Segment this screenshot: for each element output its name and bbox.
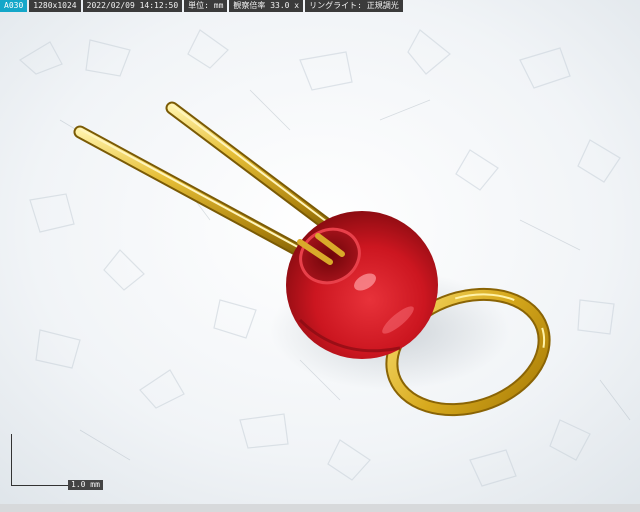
red-bead: [286, 211, 438, 359]
capture-mode-badge: A030: [0, 0, 28, 12]
status-bar: A030 1280x1024 2022/02/09 14:12:50 単位: m…: [0, 0, 403, 12]
scale-bar-label: 1.0 mm: [68, 480, 103, 490]
bottom-strip: [0, 504, 640, 512]
illumination-label: リングライト: 正規調光: [305, 0, 403, 12]
unit-label: 単位: mm: [184, 0, 228, 12]
microscope-viewer: A030 1280x1024 2022/02/09 14:12:50 単位: m…: [0, 0, 640, 512]
timestamp-label: 2022/02/09 14:12:50: [82, 0, 183, 12]
specimen-image: [0, 0, 640, 504]
magnification-label: 観察倍率 33.0 x: [229, 0, 304, 12]
scale-bar: 1.0 mm: [10, 432, 103, 492]
scale-bar-horizontal: [11, 485, 69, 486]
scale-bar-vertical: [11, 434, 12, 486]
resolution-label: 1280x1024: [29, 0, 81, 12]
